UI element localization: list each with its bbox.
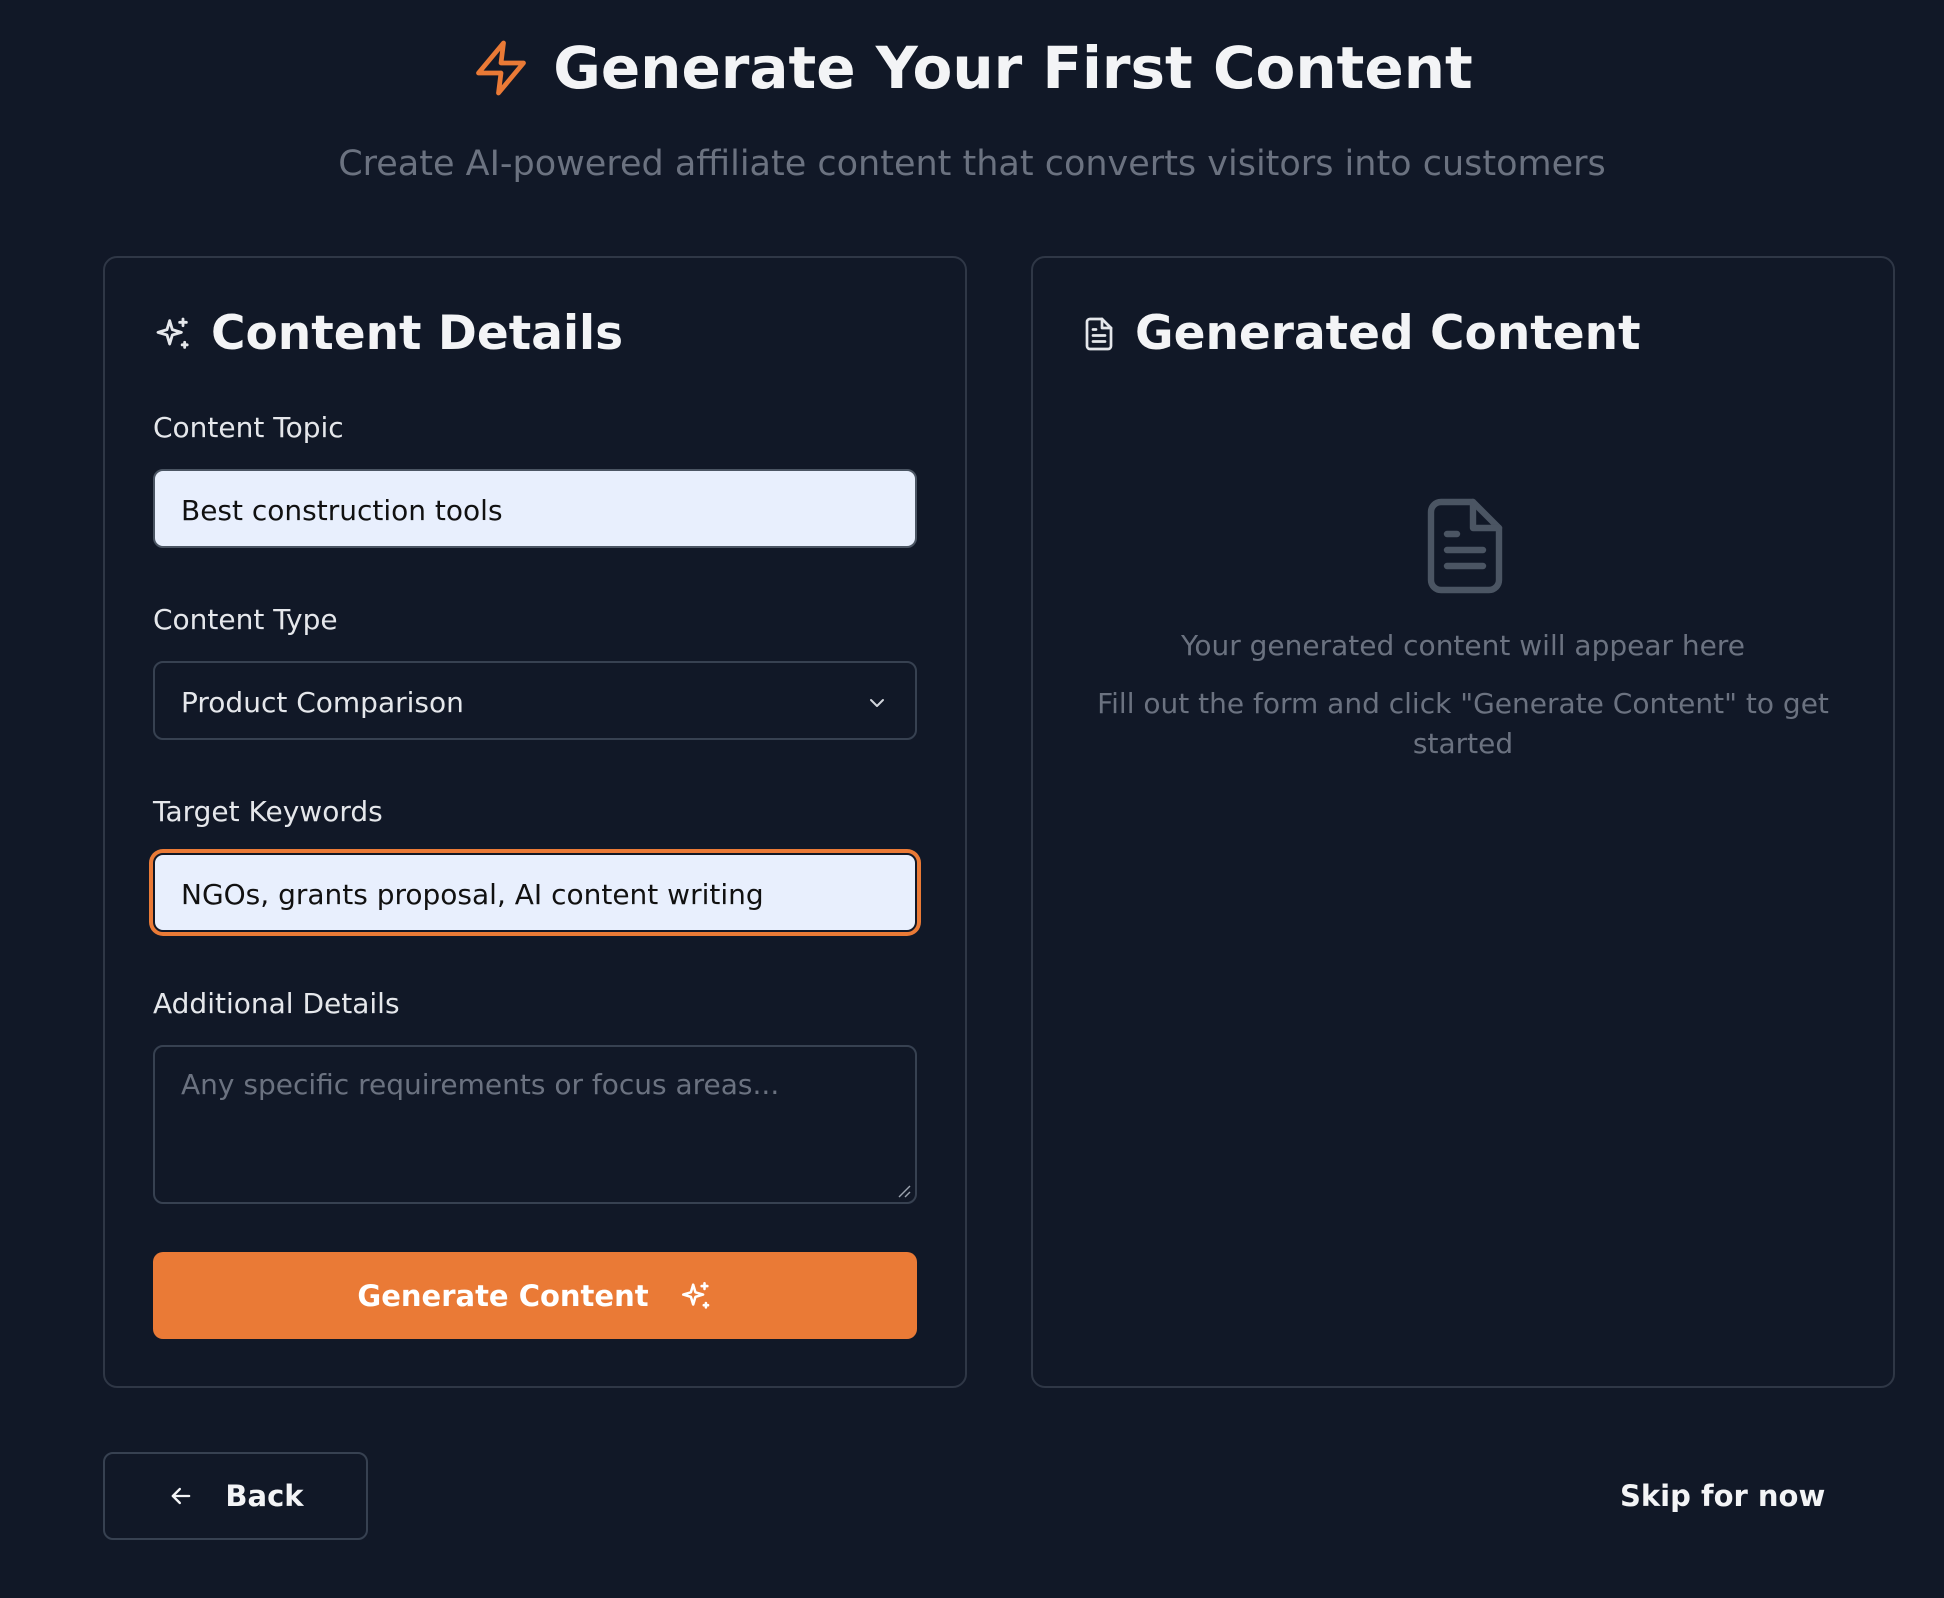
generated-content-card: Generated Content Your generated content… [1031, 256, 1895, 1388]
content-type-selected-value: Product Comparison [181, 686, 464, 719]
page-header: Generate Your First Content [0, 32, 1944, 104]
resize-handle-icon[interactable] [897, 1184, 911, 1198]
page-title: Generate Your First Content [553, 34, 1473, 102]
back-button-label: Back [225, 1479, 304, 1513]
content-details-header: Content Details [153, 302, 623, 366]
additional-details-textarea[interactable]: Any specific requirements or focus areas… [153, 1045, 917, 1204]
onboarding-generate-page: Generate Your First Content Create AI-po… [0, 0, 1944, 1598]
back-button[interactable]: Back [103, 1452, 368, 1540]
sparkles-icon [681, 1281, 709, 1309]
generated-content-title: Generated Content [1135, 306, 1641, 361]
empty-state-title: Your generated content will appear here [1180, 629, 1746, 662]
generate-content-button-label: Generate Content [357, 1278, 649, 1313]
target-keywords-input[interactable]: NGOs, grants proposal, AI content writin… [153, 853, 917, 932]
additional-details-placeholder: Any specific requirements or focus areas… [181, 1068, 780, 1101]
page-subtitle: Create AI-powered affiliate content that… [338, 144, 1606, 184]
generated-content-header: Generated Content [1081, 302, 1641, 366]
skip-for-now-link[interactable]: Skip for now [1620, 1474, 1825, 1518]
generate-content-button[interactable]: Generate Content [153, 1252, 917, 1339]
document-placeholder-icon [1427, 498, 1503, 594]
content-type-label: Content Type [153, 603, 338, 636]
lightning-bolt-icon [476, 40, 527, 96]
document-icon [1085, 317, 1113, 351]
empty-state-hint: Fill out the form and click "Generate Co… [1097, 687, 1829, 760]
sparkles-icon [156, 317, 189, 349]
target-keywords-label: Target Keywords [153, 795, 383, 828]
content-topic-input[interactable]: Best construction tools [153, 469, 917, 548]
additional-details-label: Additional Details [153, 987, 400, 1020]
content-topic-label: Content Topic [153, 411, 344, 444]
chevron-down-icon [870, 699, 884, 707]
content-details-card: Content Details Content Topic Best const… [103, 256, 967, 1388]
arrow-left-icon [172, 1487, 191, 1505]
content-details-title: Content Details [211, 306, 624, 361]
content-type-select[interactable]: Product Comparison [153, 661, 917, 740]
